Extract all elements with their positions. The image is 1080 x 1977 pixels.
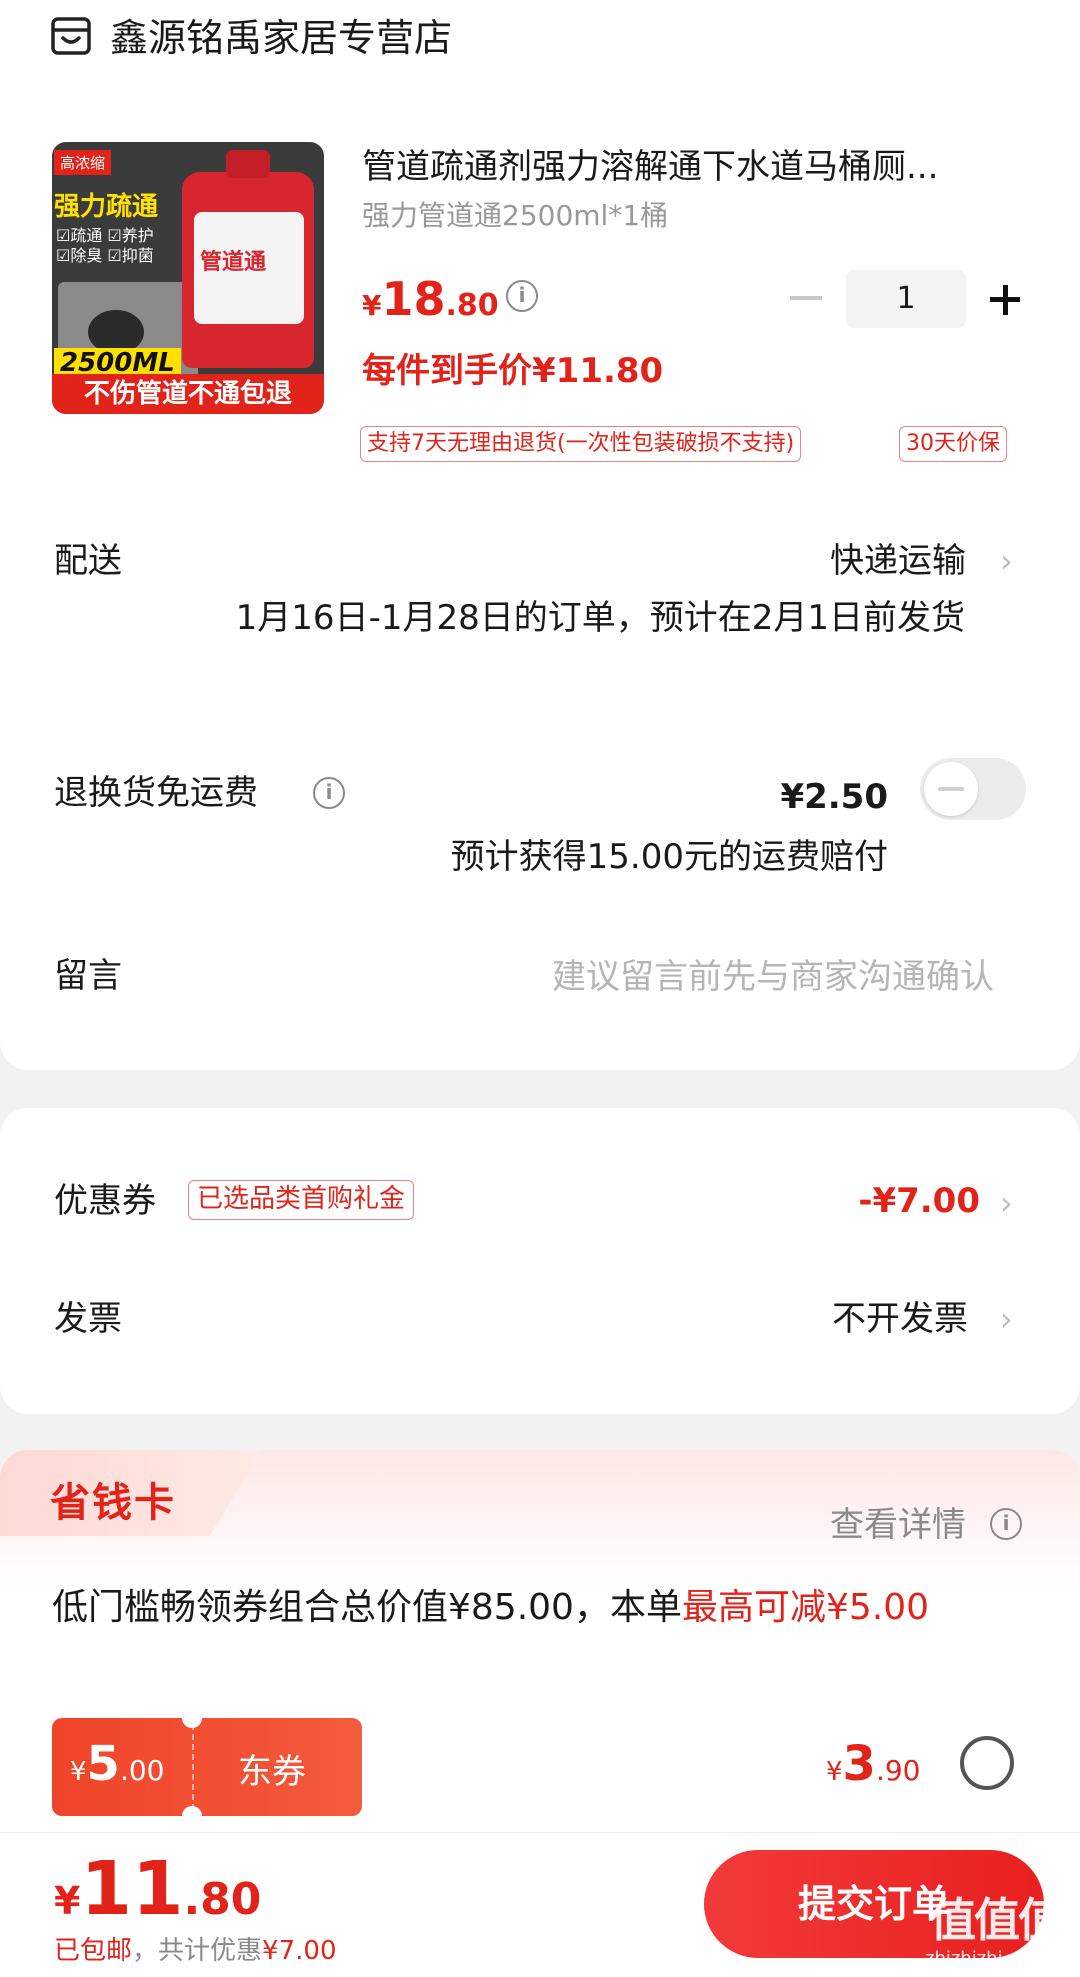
image-tag: 高浓缩 bbox=[54, 150, 112, 175]
price-integer: 18 bbox=[381, 272, 446, 326]
image-bottom-banner: 不伤管道不通包退 bbox=[52, 374, 324, 414]
image-feature: ☑除臭 ☑抑菌 bbox=[56, 246, 154, 265]
return-shipping-note: 预计获得15.00元的运费赔付 bbox=[450, 837, 888, 877]
invoice-value[interactable]: 不开发票 bbox=[700, 1296, 968, 1342]
saving-desc-text: 低门槛畅领券组合总价值¥85.00，本单 bbox=[52, 1587, 682, 1628]
return-shipping-info-icon[interactable]: i bbox=[313, 777, 345, 809]
total-currency: ¥ bbox=[54, 1879, 81, 1923]
voucher-integer: 5 bbox=[86, 1736, 120, 1792]
saving-card-detail-link[interactable]: 查看详情 bbox=[830, 1502, 966, 1548]
price-protect-tag: 30天价保 bbox=[899, 426, 1007, 462]
saving-card-title: 省钱卡 bbox=[50, 1480, 176, 1526]
return-policy-tag: 支持7天无理由退货(一次性包装破损不支持) bbox=[360, 426, 802, 462]
saving-card-radio[interactable] bbox=[960, 1736, 1014, 1790]
discount-value: ¥7.00 bbox=[262, 1936, 337, 1966]
chevron-right-icon[interactable]: › bbox=[1000, 538, 1013, 584]
toggle-knob[interactable] bbox=[924, 762, 978, 816]
saving-card-description: 低门槛畅领券组合总价值¥85.00，本单最高可减¥5.00 bbox=[52, 1582, 1012, 1634]
watermark-logo: 值值值 bbox=[930, 1893, 1064, 1947]
delivery-method[interactable]: 快递运输 bbox=[700, 538, 966, 584]
voucher-notch bbox=[182, 1806, 202, 1826]
saving-desc-highlight: 最高可减¥5.00 bbox=[681, 1587, 930, 1628]
discount-card bbox=[0, 1108, 1080, 1414]
plus-icon[interactable] bbox=[1002, 285, 1008, 315]
image-feature: ☑疏通 ☑养护 bbox=[56, 226, 154, 245]
price-decimal: .80 bbox=[445, 288, 499, 323]
chevron-right-icon[interactable]: › bbox=[1000, 1296, 1013, 1342]
saving-price-integer: 3 bbox=[842, 1736, 876, 1792]
free-shipping-label: 已包邮 bbox=[54, 1936, 133, 1966]
voucher-notch bbox=[182, 1708, 202, 1728]
voucher-divider bbox=[192, 1724, 194, 1810]
watermark-url: zhizhizhi.com bbox=[925, 1948, 1047, 1969]
store-icon bbox=[51, 17, 91, 55]
coupon-label: 优惠券 bbox=[54, 1181, 156, 1221]
discount-label: 共计优惠 bbox=[158, 1936, 263, 1966]
summary-separator: ， bbox=[132, 1936, 159, 1966]
product-title[interactable]: 管道疏通剂强力溶解通下水道马桶厕... bbox=[362, 144, 1032, 190]
each-price: 每件到手价¥11.80 bbox=[362, 351, 664, 391]
coupon-value[interactable]: -¥7.00 bbox=[700, 1178, 980, 1224]
decrease-quantity-button[interactable] bbox=[790, 296, 822, 300]
delivery-estimate: 1月16日-1月28日的订单，预计在2月1日前发货 bbox=[235, 598, 965, 638]
message-label: 留言 bbox=[54, 956, 122, 996]
image-features: ☑疏通 ☑养护 ☑除臭 ☑抑菌 bbox=[56, 226, 154, 266]
chevron-right-icon[interactable]: › bbox=[1000, 1180, 1013, 1226]
product-price: ¥18.80 bbox=[362, 272, 499, 326]
coupon-tag: 已选品类首购礼金 bbox=[188, 1180, 415, 1220]
saving-card-info-icon[interactable]: i bbox=[990, 1508, 1022, 1540]
store-name[interactable]: 鑫源铭禹家居专营店 bbox=[110, 12, 452, 64]
product-spec[interactable]: 强力管道通2500ml*1桶 bbox=[362, 198, 668, 234]
total-integer: 11 bbox=[80, 1846, 184, 1932]
saving-price-decimal: .90 bbox=[875, 1754, 921, 1787]
saving-card-price: ¥3.90 bbox=[826, 1736, 920, 1792]
price-info-icon[interactable]: i bbox=[506, 280, 538, 312]
image-title: 强力疏通 bbox=[54, 192, 159, 222]
delivery-label: 配送 bbox=[54, 541, 122, 581]
return-shipping-label: 退换货免运费 bbox=[54, 773, 258, 813]
voucher-amount: ¥5.00 bbox=[70, 1736, 164, 1792]
voucher-label: 东券 bbox=[238, 1752, 306, 1792]
total-price: ¥11.80 bbox=[54, 1846, 261, 1932]
total-decimal: .80 bbox=[183, 1874, 262, 1925]
quantity-field[interactable]: 1 bbox=[846, 270, 966, 328]
voucher-currency: ¥ bbox=[70, 1757, 87, 1787]
image-bottle-text: 管道通 bbox=[200, 250, 267, 275]
return-shipping-price: ¥2.50 bbox=[780, 777, 888, 817]
price-currency: ¥ bbox=[362, 289, 382, 322]
saving-price-currency: ¥ bbox=[826, 1757, 843, 1787]
shipping-discount-summary[interactable]: 已包邮，共计优惠¥7.00 bbox=[54, 1933, 336, 1969]
invoice-label: 发票 bbox=[54, 1299, 122, 1339]
message-input[interactable] bbox=[380, 952, 994, 1002]
voucher-decimal: .00 bbox=[119, 1754, 165, 1787]
product-image[interactable]: 管道通 高浓缩 强力疏通 ☑疏通 ☑养护 ☑除臭 ☑抑菌 2500ML 不伤管道… bbox=[52, 142, 324, 414]
